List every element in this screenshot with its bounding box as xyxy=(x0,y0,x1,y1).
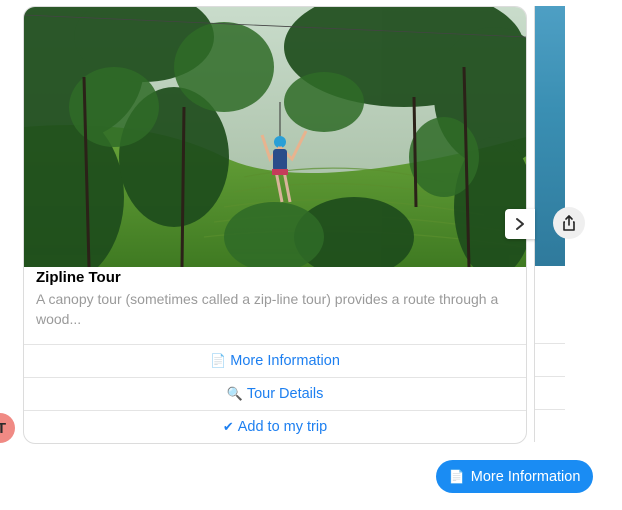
chat-stage: T Zipline Tour A canopy tour (sometimes … xyxy=(0,0,622,510)
card-description: A canopy tour (sometimes called a zip-li… xyxy=(36,291,499,327)
share-button[interactable] xyxy=(553,207,585,239)
bot-avatar: T xyxy=(0,413,15,443)
magnifier-icon: 🔍 xyxy=(226,386,243,401)
carousel-next-button[interactable] xyxy=(505,209,535,239)
card-image xyxy=(24,7,526,267)
document-icon: 📄 xyxy=(448,468,465,484)
divider xyxy=(535,343,565,344)
avatar-initial: T xyxy=(0,419,6,437)
tour-details-button[interactable]: 🔍 Tour Details xyxy=(24,377,526,410)
quick-reply-more-information[interactable]: 📄 More Information xyxy=(436,460,593,493)
tour-details-label: Tour Details xyxy=(246,386,324,402)
card-title: Zipline Tour xyxy=(36,269,121,286)
quick-reply-label: More Information xyxy=(470,468,581,485)
more-information-label: More Information xyxy=(230,353,340,369)
add-to-trip-button[interactable]: ✔ Add to my trip xyxy=(24,410,526,443)
more-information-button[interactable]: 📄 More Information xyxy=(24,344,526,377)
share-icon xyxy=(563,215,575,231)
zipline-photo xyxy=(24,7,526,267)
chevron-right-icon xyxy=(516,218,524,230)
checkmark-icon: ✔ xyxy=(222,419,234,434)
carousel-card: Zipline Tour A canopy tour (sometimes ca… xyxy=(23,6,527,444)
divider xyxy=(535,376,565,377)
add-to-trip-label: Add to my trip xyxy=(237,419,328,435)
divider xyxy=(535,409,565,410)
document-icon: 📄 xyxy=(210,353,227,368)
